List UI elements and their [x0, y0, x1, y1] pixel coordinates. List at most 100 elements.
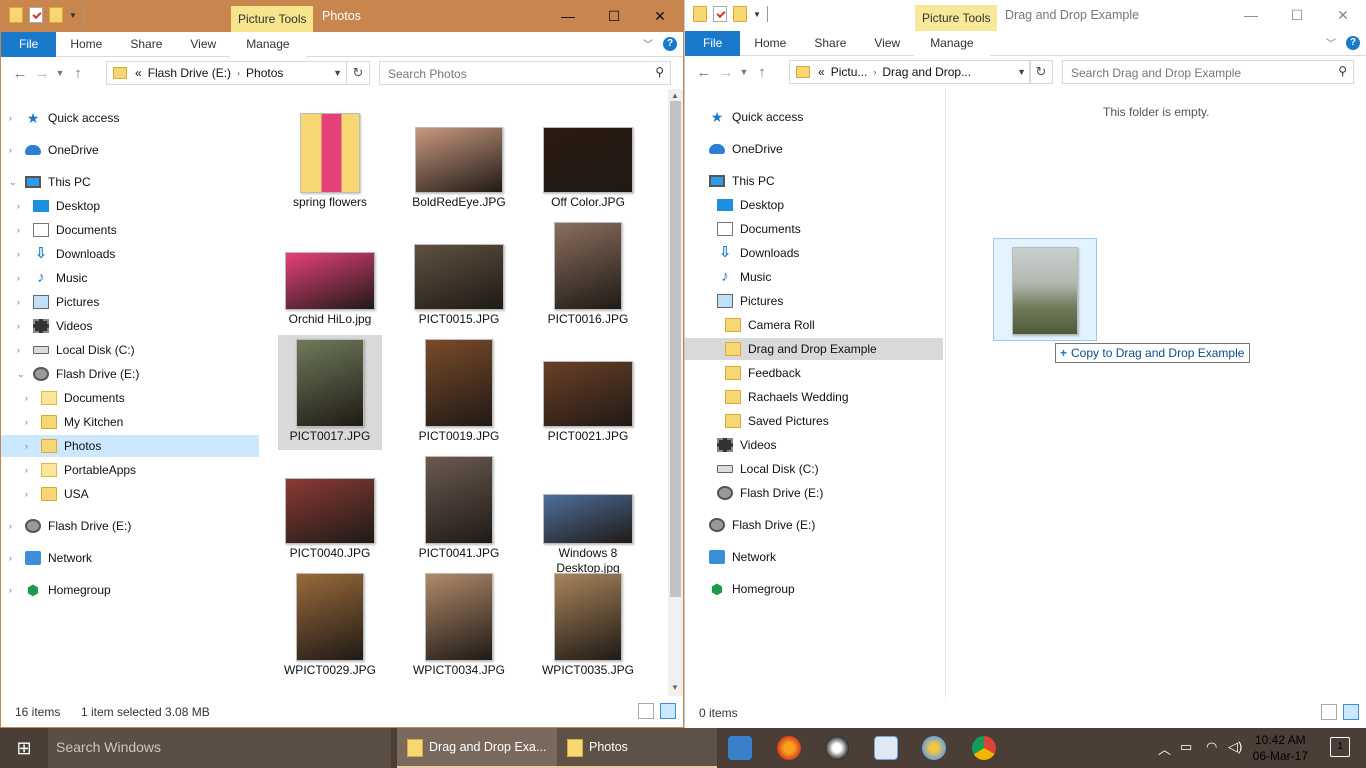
nav-item[interactable]: Feedback: [685, 362, 943, 384]
minimize-button[interactable]: —: [1228, 0, 1274, 30]
taskbar-app-drag-drop[interactable]: Drag and Drop Exa...: [397, 728, 557, 768]
address-bar[interactable]: « Pictu... › Drag and Drop... ▼: [789, 60, 1031, 84]
nav-item[interactable]: Drag and Drop Example: [685, 338, 943, 360]
help-icon[interactable]: ?: [663, 36, 677, 51]
file-tile[interactable]: BoldRedEye.JPG: [407, 101, 511, 216]
tab-home[interactable]: Home: [56, 32, 116, 57]
nav-item[interactable]: › Pictures: [1, 291, 259, 313]
notification-center-icon[interactable]: 1: [1330, 737, 1350, 757]
paint-icon[interactable]: [922, 736, 946, 760]
pane-divider[interactable]: [945, 88, 946, 697]
tab-file[interactable]: File: [1, 32, 57, 57]
nav-item[interactable]: › Documents: [1, 387, 259, 409]
pinned-app-icon[interactable]: [825, 736, 849, 760]
expand-chevron-icon[interactable]: ›: [9, 585, 19, 595]
file-tile[interactable]: PICT0040.JPG: [278, 452, 382, 567]
file-tile[interactable]: WPICT0029.JPG: [278, 569, 382, 684]
forward-icon[interactable]: →: [31, 65, 53, 82]
nav-item[interactable]: › USA: [1, 483, 259, 505]
nav-item[interactable]: ⬢ Homegroup: [685, 578, 943, 600]
tab-manage[interactable]: Manage: [230, 32, 306, 57]
nav-item[interactable]: Documents: [685, 218, 943, 240]
file-tile[interactable]: WPICT0035.JPG: [536, 569, 640, 684]
wifi-icon[interactable]: ◠: [1206, 739, 1217, 755]
expand-chevron-icon[interactable]: ›: [9, 113, 19, 123]
image-viewer-icon[interactable]: [874, 736, 898, 760]
file-tile[interactable]: WPICT0034.JPG: [407, 569, 511, 684]
nav-item[interactable]: This PC: [685, 170, 943, 192]
expand-ribbon-icon[interactable]: ﹀: [1326, 35, 1336, 50]
nav-item[interactable]: › ♪ Music: [1, 267, 259, 289]
nav-item[interactable]: Rachaels Wedding: [685, 386, 943, 408]
nav-item[interactable]: › Documents: [1, 219, 259, 241]
maximize-button[interactable]: ☐: [591, 1, 637, 31]
nav-item[interactable]: › ⬢ Homegroup: [1, 579, 259, 601]
address-dropdown-icon[interactable]: ▼: [1017, 67, 1026, 77]
scrollbar-thumb[interactable]: [670, 101, 681, 597]
chrome-icon[interactable]: [972, 736, 996, 760]
expand-chevron-icon[interactable]: ›: [25, 489, 35, 499]
power-icon[interactable]: ▭: [1180, 739, 1192, 755]
folder-icon[interactable]: [693, 6, 707, 22]
file-tile[interactable]: Off Color.JPG: [536, 101, 640, 216]
tab-view[interactable]: View: [860, 31, 914, 56]
breadcrumb-segment[interactable]: Pictu...: [831, 65, 868, 79]
expand-chevron-icon[interactable]: ›: [9, 521, 19, 531]
collapse-chevron-icon[interactable]: ⌄: [9, 177, 19, 188]
help-icon[interactable]: ?: [1346, 35, 1360, 50]
tab-view[interactable]: View: [176, 32, 230, 57]
nav-item[interactable]: › OneDrive: [1, 139, 259, 161]
expand-chevron-icon[interactable]: ›: [25, 393, 35, 403]
large-icons-view-button[interactable]: [660, 703, 676, 719]
nav-item[interactable]: Videos: [685, 434, 943, 456]
taskbar-app-photos[interactable]: Photos: [557, 728, 717, 768]
nav-item[interactable]: Camera Roll: [685, 314, 943, 336]
properties-icon[interactable]: [29, 7, 43, 23]
expand-chevron-icon[interactable]: ›: [17, 297, 27, 307]
collapse-chevron-icon[interactable]: ⌄: [17, 369, 27, 380]
tab-share[interactable]: Share: [800, 31, 860, 56]
file-tile[interactable]: spring flowers: [278, 101, 382, 216]
up-icon[interactable]: ↑: [67, 65, 89, 82]
nav-item[interactable]: › ⇩ Downloads: [1, 243, 259, 265]
nav-item[interactable]: › Network: [1, 547, 259, 569]
minimize-button[interactable]: —: [545, 1, 591, 31]
close-button[interactable]: ✕: [1320, 0, 1366, 30]
nav-item[interactable]: Local Disk (C:): [685, 458, 943, 480]
nav-item[interactable]: › PortableApps: [1, 459, 259, 481]
scroll-down-icon[interactable]: ▼: [671, 683, 679, 692]
breadcrumb-separator-icon[interactable]: ›: [873, 67, 876, 77]
expand-chevron-icon[interactable]: ›: [17, 201, 27, 211]
details-view-button[interactable]: [638, 703, 654, 719]
pinned-app-icon[interactable]: [728, 736, 752, 760]
nav-item[interactable]: Flash Drive (E:): [685, 514, 943, 536]
scroll-up-icon[interactable]: ▲: [671, 91, 679, 100]
nav-item[interactable]: OneDrive: [685, 138, 943, 160]
expand-chevron-icon[interactable]: ›: [17, 273, 27, 283]
nav-item[interactable]: › Desktop: [1, 195, 259, 217]
tab-manage[interactable]: Manage: [914, 31, 990, 56]
large-icons-view-button[interactable]: [1343, 704, 1359, 720]
show-hidden-icons-icon[interactable]: ︿: [1158, 739, 1171, 758]
nav-item[interactable]: ★ Quick access: [685, 106, 943, 128]
maximize-button[interactable]: ☐: [1274, 0, 1320, 30]
back-icon[interactable]: ←: [693, 64, 715, 81]
breadcrumb-segment[interactable]: Flash Drive (E:): [148, 66, 231, 80]
file-tile[interactable]: PICT0016.JPG: [536, 218, 640, 333]
expand-chevron-icon[interactable]: ›: [17, 321, 27, 331]
address-dropdown-icon[interactable]: ▼: [333, 68, 342, 78]
nav-item[interactable]: Flash Drive (E:): [685, 482, 943, 504]
recent-locations-icon[interactable]: ▼: [737, 67, 751, 77]
nav-item[interactable]: › My Kitchen: [1, 411, 259, 433]
expand-chevron-icon[interactable]: ›: [17, 225, 27, 235]
clock[interactable]: 10:42 AM 06-Mar-17: [1253, 732, 1308, 764]
folder-icon[interactable]: [9, 7, 23, 23]
start-button[interactable]: ⊞: [0, 728, 48, 768]
file-tile[interactable]: PICT0041.JPG: [407, 452, 511, 567]
expand-chevron-icon[interactable]: ›: [25, 417, 35, 427]
file-tile[interactable]: PICT0021.JPG: [536, 335, 640, 450]
expand-chevron-icon[interactable]: ›: [17, 345, 27, 355]
breadcrumb-segment[interactable]: Photos: [246, 66, 283, 80]
file-tile[interactable]: PICT0015.JPG: [407, 218, 511, 333]
file-tile[interactable]: PICT0017.JPG: [278, 335, 382, 450]
